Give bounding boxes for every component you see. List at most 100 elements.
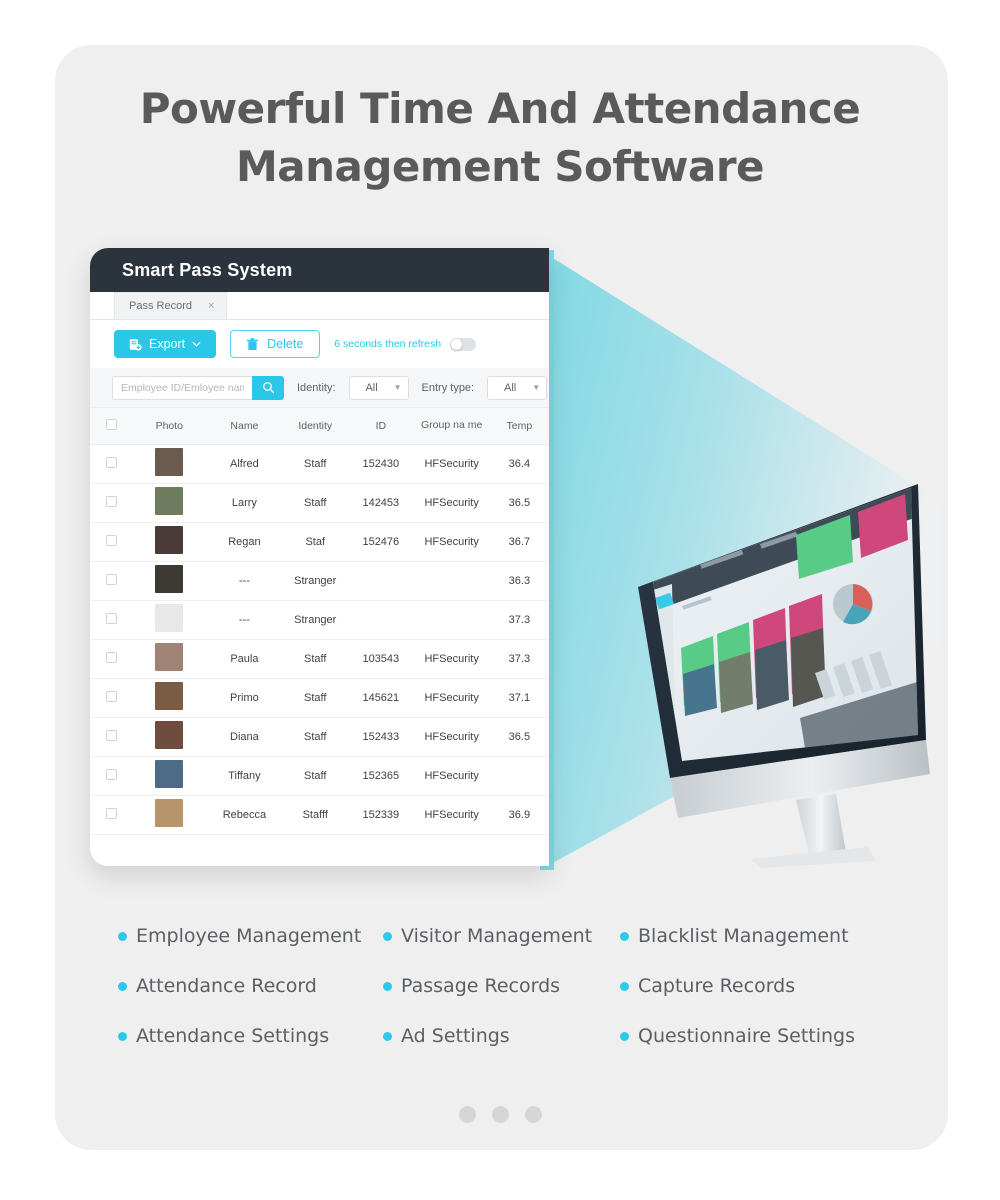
- tab-pass-record[interactable]: Pass Record ×: [114, 292, 228, 319]
- table-row[interactable]: Larry Staff 142453 HFSecurity 36.5: [90, 483, 549, 523]
- page-root: Powerful Time And Attendance Management …: [0, 0, 1000, 1200]
- avatar: [155, 565, 184, 593]
- feature-item[interactable]: Visitor Management: [383, 925, 620, 947]
- row-select-cell: [90, 678, 133, 718]
- tab-label: Pass Record: [129, 300, 192, 312]
- entry-type-filter-value: All: [504, 381, 517, 394]
- row-select-cell: [90, 756, 133, 796]
- auto-refresh-toggle[interactable]: [450, 337, 477, 351]
- table-row[interactable]: Alfred Staff 152430 HFSecurity 36.4: [90, 444, 549, 484]
- feature-item[interactable]: Attendance Settings: [118, 1025, 383, 1047]
- entry-type-filter-label: Entry type:: [421, 381, 475, 394]
- table-row[interactable]: Paula Staff 103543 HFSecurity 37.3: [90, 639, 549, 679]
- row-group-name: HFSecurity: [413, 444, 490, 484]
- column-header-id: ID: [348, 408, 414, 445]
- row-name: Diana: [206, 717, 283, 757]
- avatar: [155, 799, 184, 827]
- row-temp: 36.3: [489, 561, 549, 601]
- row-temp: 36.9: [489, 795, 549, 835]
- row-checkbox[interactable]: [105, 534, 117, 546]
- row-temp: 36.5: [489, 717, 549, 757]
- carousel-dot[interactable]: [458, 1106, 476, 1123]
- feature-item[interactable]: Employee Management: [118, 925, 383, 947]
- auto-refresh-control: 6 seconds then refresh: [334, 337, 477, 351]
- carousel-dot[interactable]: [524, 1106, 542, 1123]
- avatar: [155, 604, 184, 632]
- carousel-dots: [0, 1106, 1000, 1123]
- row-checkbox[interactable]: [105, 573, 117, 585]
- select-all-header: [90, 408, 133, 445]
- delete-label: Delete: [267, 337, 304, 351]
- row-temp: [489, 756, 549, 796]
- carousel-dot[interactable]: [491, 1106, 509, 1123]
- row-checkbox[interactable]: [105, 651, 117, 663]
- window-title: Smart Pass System: [122, 259, 293, 280]
- bullet-icon: [620, 981, 629, 991]
- row-id: 142453: [348, 483, 414, 523]
- feature-label: Passage Records: [401, 975, 561, 997]
- row-checkbox[interactable]: [105, 456, 117, 468]
- table-row[interactable]: Rebecca Stafff 152339 HFSecurity 36.9: [90, 795, 549, 835]
- table-row[interactable]: Regan Staf 152476 HFSecurity 36.7: [90, 522, 549, 562]
- row-identity: Staff: [282, 483, 349, 523]
- entry-type-filter-select[interactable]: All ▼: [487, 375, 548, 400]
- row-name: ---: [206, 600, 283, 640]
- feature-item[interactable]: Attendance Record: [118, 975, 383, 997]
- feature-item[interactable]: Capture Records: [620, 975, 878, 997]
- delete-button[interactable]: Delete: [230, 330, 321, 358]
- pass-records-table: Photo Name Identity ID Group na me Temp …: [90, 408, 549, 835]
- feature-label: Employee Management: [136, 925, 362, 947]
- tab-strip: Pass Record ×: [90, 292, 549, 320]
- row-checkbox[interactable]: [105, 807, 117, 819]
- chevron-down-icon: ▼: [393, 383, 402, 392]
- close-icon[interactable]: ×: [208, 300, 214, 312]
- table-row[interactable]: --- Stranger 37.3: [90, 600, 549, 640]
- feature-item[interactable]: Questionnaire Settings: [620, 1025, 878, 1047]
- row-identity: Staf: [282, 522, 349, 562]
- row-temp: 37.3: [489, 639, 549, 679]
- identity-filter-select[interactable]: All ▼: [348, 375, 409, 400]
- row-identity: Staff: [282, 756, 349, 796]
- row-identity: Staff: [282, 639, 349, 679]
- chevron-down-icon: [192, 341, 201, 347]
- column-header-photo: Photo: [132, 408, 207, 445]
- row-group-name: [413, 600, 490, 640]
- refresh-countdown-label: 6 seconds then refresh: [334, 338, 442, 350]
- filter-bar: Identity: All ▼ Entry type: All ▼: [90, 368, 549, 408]
- table-row[interactable]: --- Stranger 36.3: [90, 561, 549, 601]
- export-button[interactable]: Export: [114, 330, 217, 358]
- column-header-group-name: Group na me: [413, 408, 490, 445]
- table-row[interactable]: Primo Staff 145621 HFSecurity 37.1: [90, 678, 549, 718]
- avatar: [155, 487, 184, 515]
- row-checkbox[interactable]: [105, 612, 117, 624]
- bullet-icon: [383, 1031, 392, 1041]
- row-group-name: HFSecurity: [413, 522, 490, 562]
- feature-label: Attendance Settings: [136, 1025, 330, 1047]
- search-button[interactable]: [252, 375, 284, 400]
- row-photo-cell: [132, 483, 207, 523]
- row-identity: Staff: [282, 678, 349, 718]
- row-identity: Staff: [282, 717, 349, 757]
- search-input[interactable]: [112, 375, 252, 400]
- row-checkbox[interactable]: [105, 495, 117, 507]
- feature-item[interactable]: Blacklist Management: [620, 925, 878, 947]
- search-group: [112, 375, 284, 400]
- feature-item[interactable]: Passage Records: [383, 975, 620, 997]
- table-row[interactable]: Tiffany Staff 152365 HFSecurity: [90, 756, 549, 796]
- row-temp: 36.4: [489, 444, 549, 484]
- row-id: [348, 561, 414, 601]
- feature-item[interactable]: Ad Settings: [383, 1025, 620, 1047]
- avatar: [155, 760, 184, 788]
- column-header-name: Name: [206, 408, 283, 445]
- smart-pass-window: Smart Pass System Pass Record × Export D…: [90, 248, 549, 866]
- row-checkbox[interactable]: [105, 768, 117, 780]
- row-checkbox[interactable]: [105, 690, 117, 702]
- table-row[interactable]: Diana Staff 152433 HFSecurity 36.5: [90, 717, 549, 757]
- row-group-name: HFSecurity: [413, 795, 490, 835]
- table-body: Alfred Staff 152430 HFSecurity 36.4 Larry Staf…: [90, 444, 549, 835]
- row-temp: 37.3: [489, 600, 549, 640]
- avatar: [155, 682, 184, 710]
- row-checkbox[interactable]: [105, 729, 117, 741]
- select-all-checkbox[interactable]: [105, 418, 117, 430]
- row-photo-cell: [132, 522, 207, 562]
